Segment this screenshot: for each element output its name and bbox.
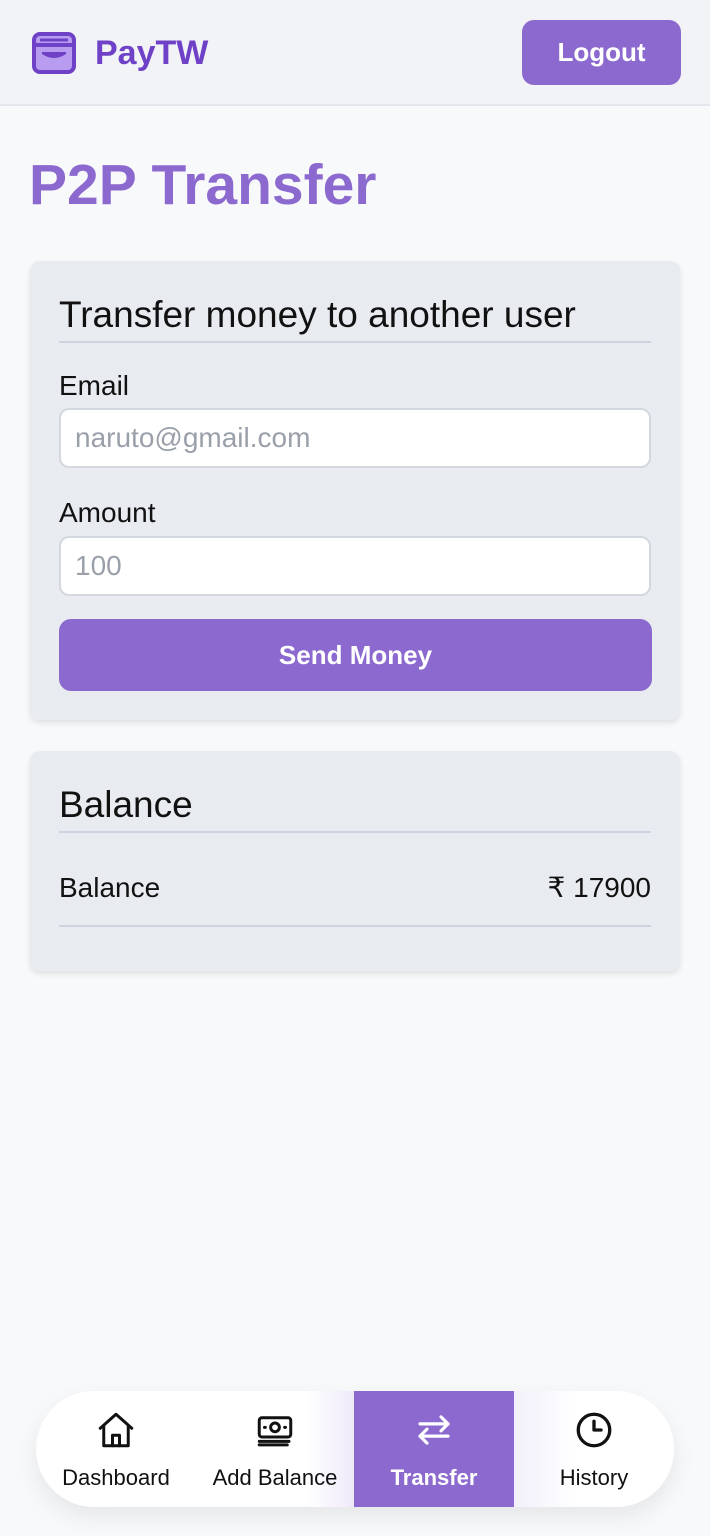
arrows-transfer-icon <box>418 1415 450 1445</box>
balance-card: Balance Balance ₹ 17900 <box>30 751 680 971</box>
page-title: P2P Transfer <box>29 153 377 217</box>
nav-item-history[interactable]: History <box>514 1391 674 1507</box>
transfer-card-title: Transfer money to another user <box>59 292 651 343</box>
wallet-icon <box>32 32 76 74</box>
email-label: Email <box>59 370 130 401</box>
nav-label-add-balance: Add Balance <box>212 1465 338 1490</box>
send-money-button[interactable]: Send Money <box>59 619 652 691</box>
nav-item-transfer[interactable]: Transfer <box>354 1391 514 1507</box>
nav-item-add-balance[interactable]: Add Balance <box>195 1391 355 1507</box>
top-bar: PayTW Logout <box>0 0 710 106</box>
balance-row-label: Balance <box>59 872 161 903</box>
balance-row: Balance ₹ 17900 <box>59 871 651 927</box>
logout-button[interactable]: Logout <box>522 20 681 85</box>
email-field[interactable] <box>59 408 651 468</box>
nav-label-history: History <box>559 1465 629 1490</box>
balance-amount: ₹ 17900 <box>547 872 651 903</box>
app-name: PayTW <box>95 34 209 72</box>
amount-field[interactable] <box>59 536 651 596</box>
clock-icon <box>576 1412 612 1448</box>
nav-label-dashboard: Dashboard <box>62 1465 170 1490</box>
nav-item-dashboard[interactable]: Dashboard <box>36 1391 196 1507</box>
balance-card-title: Balance <box>59 782 651 833</box>
nav-label-transfer: Transfer <box>390 1465 478 1490</box>
bottom-nav: Dashboard Add Balance Transfer History <box>36 1391 674 1507</box>
amount-label: Amount <box>59 497 156 528</box>
banknotes-icon <box>257 1416 293 1447</box>
home-icon <box>98 1412 134 1448</box>
brand[interactable]: PayTW <box>32 32 208 74</box>
transfer-card: Transfer money to another user Email Amo… <box>30 261 680 720</box>
